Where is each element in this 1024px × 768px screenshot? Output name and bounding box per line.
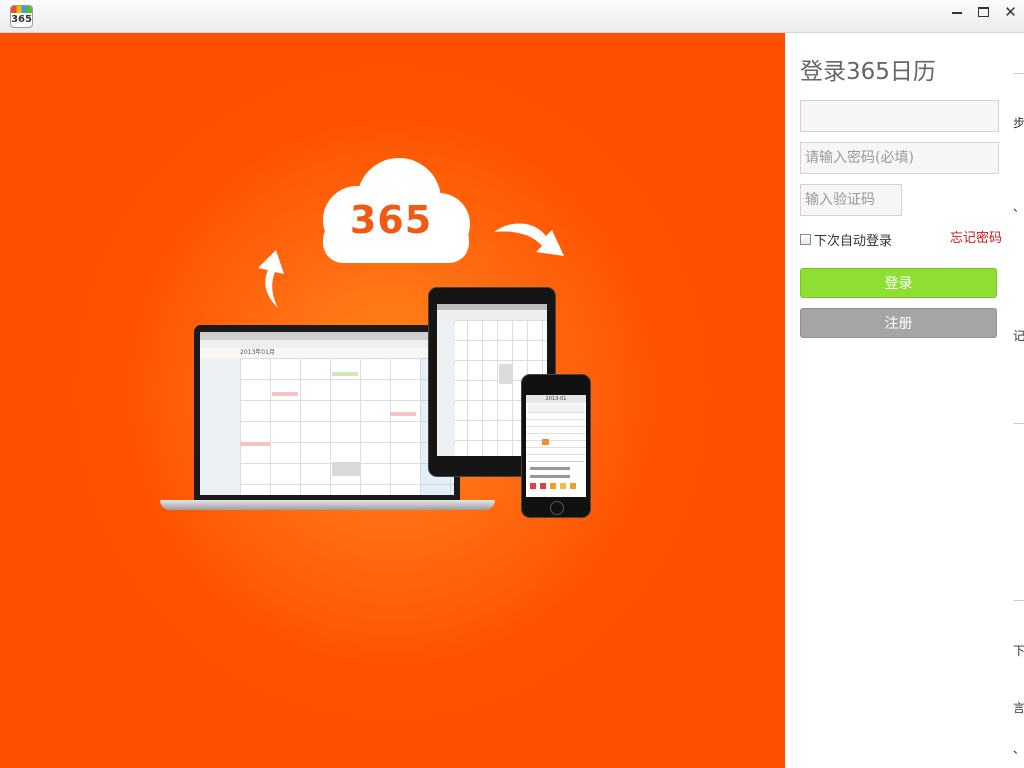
login-title: 登录365日历 [800,59,936,85]
maximize-button[interactable] [970,2,997,22]
close-icon: ✕ [1004,3,1017,21]
phone-illustration: 2013-01 [521,374,591,518]
auto-login-checkbox[interactable] [800,234,811,245]
username-input[interactable] [800,100,999,132]
app-icon-label: 365 [11,14,32,25]
edge-text-fragment: 言 [1013,701,1024,715]
password-input[interactable] [800,142,999,174]
edge-divider [1013,600,1024,601]
edge-text-fragment: 、 [1013,200,1024,214]
sync-arrow-right-icon [494,223,564,256]
minimize-button[interactable] [943,2,970,22]
auto-login-option[interactable]: 下次自动登录 [800,230,892,249]
login-button[interactable]: 登录 [800,268,997,298]
sync-arrow-left-icon [258,250,284,308]
edge-text-fragment: 记 [1013,329,1024,343]
laptop-calendar-header: 2013年01月 [200,348,454,358]
forgot-password-link[interactable]: 忘记密码 [950,227,1002,246]
register-button[interactable]: 注册 [800,308,997,338]
hero-banner: 365 2013年01月 2013-01 [0,33,785,768]
captcha-input[interactable] [800,184,902,216]
maximize-icon [978,7,989,17]
cloud-logo-text: 365 [349,198,433,242]
window-controls: ✕ [943,2,1024,22]
login-panel: 登录365日历 下次自动登录 忘记密码 登录 注册 [785,33,1024,768]
edge-text-fragment: 下 [1013,644,1024,658]
close-button[interactable]: ✕ [997,2,1024,22]
phone-calendar-header: 2013-01 [526,395,586,403]
minimize-icon [951,12,962,14]
edge-divider [1013,423,1024,424]
edge-divider [1013,73,1024,74]
title-bar: 365 ✕ [0,0,1024,33]
auto-login-label: 下次自动登录 [814,234,893,249]
app-calendar-icon: 365 [10,5,33,28]
edge-text-fragment: 、 [1013,742,1024,756]
edge-text-fragment: 步 [1013,116,1024,130]
